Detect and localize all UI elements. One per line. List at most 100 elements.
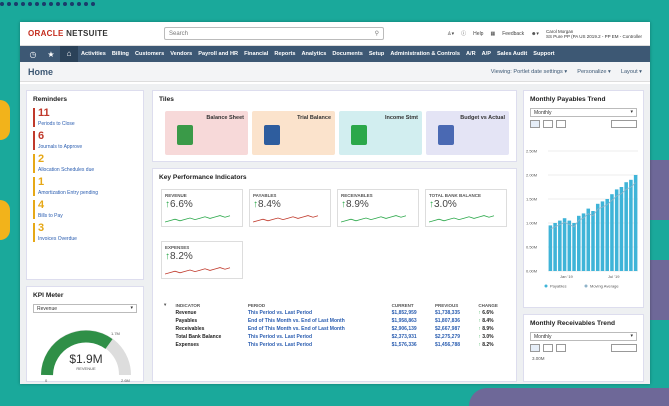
payables-bar[interactable]: [605, 199, 609, 271]
reminder-item[interactable]: 4 Bills to Pay: [33, 200, 137, 219]
payables-bar[interactable]: [567, 220, 572, 271]
people-icon[interactable]: ♙▾: [447, 31, 454, 37]
column-chart-icon[interactable]: [556, 120, 566, 128]
period-cell[interactable]: This Period vs. Last Period: [245, 341, 389, 349]
payables-bar[interactable]: [600, 201, 605, 271]
payables-bar[interactable]: [614, 189, 619, 271]
payables-bar[interactable]: [562, 218, 567, 271]
nav-payroll[interactable]: Payroll and HR: [195, 51, 241, 57]
payables-period-select[interactable]: Monthly: [530, 108, 637, 117]
reminder-label[interactable]: Journals to Approve: [38, 144, 82, 150]
reminder-label[interactable]: Invoices Overdue: [38, 236, 77, 242]
feedback-icon[interactable]: ▦: [490, 31, 495, 37]
payables-bar[interactable]: [553, 223, 557, 271]
recent-icon[interactable]: ◷: [24, 50, 42, 59]
nav-ar[interactable]: A/R: [463, 51, 479, 57]
payables-bar[interactable]: [619, 187, 624, 271]
reminder-label[interactable]: Allocation Schedules due: [38, 167, 94, 173]
tile-budget-vs-actual[interactable]: Budget vs Actual: [426, 111, 509, 155]
reminder-label[interactable]: Bills to Pay: [38, 213, 63, 219]
current-cell[interactable]: $2,906,139: [389, 325, 432, 333]
previous-cell[interactable]: $2,667,987: [432, 325, 475, 333]
nav-support[interactable]: Support: [530, 51, 557, 57]
reminder-item[interactable]: 2 Allocation Schedules due: [33, 154, 137, 173]
reminder-label[interactable]: Periods to Close: [38, 121, 75, 127]
payables-bar[interactable]: [595, 203, 600, 271]
kpi-card[interactable]: TOTAL BANK BALANCE ↑3.0%: [425, 189, 507, 227]
column-header[interactable]: CHANGE: [475, 301, 511, 309]
reminder-item[interactable]: 3 Invoices Overdue: [33, 223, 137, 242]
kpi-card[interactable]: RECEIVABLES ↑8.9%: [337, 189, 419, 227]
legend-entry[interactable]: Payables: [550, 284, 566, 289]
column-chart-icon[interactable]: [556, 344, 566, 352]
range-selector[interactable]: [611, 120, 637, 128]
range-selector[interactable]: [611, 344, 637, 352]
nav-customers[interactable]: Customers: [132, 51, 167, 57]
nav-reports[interactable]: Reports: [271, 51, 298, 57]
kpi-card[interactable]: REVENUE ↑6.6%: [161, 189, 243, 227]
column-header[interactable]: PREVIOUS: [432, 301, 475, 309]
payables-bar[interactable]: [629, 179, 633, 271]
expand-icon[interactable]: ▾: [161, 301, 173, 309]
period-cell[interactable]: End of This Month vs. End of Last Month: [245, 317, 389, 325]
payables-bar[interactable]: [633, 175, 638, 271]
home-icon[interactable]: ⌂: [60, 46, 78, 62]
legend-entry[interactable]: Moving Average: [590, 284, 619, 289]
period-cell[interactable]: This Period vs. Last Period: [245, 333, 389, 341]
nav-billing[interactable]: Billing: [109, 51, 132, 57]
nav-ap[interactable]: A/P: [479, 51, 494, 57]
nav-financial[interactable]: Financial: [241, 51, 271, 57]
payables-bar[interactable]: [591, 211, 595, 271]
column-header[interactable]: PERIOD: [245, 301, 389, 309]
previous-cell[interactable]: $2,275,279: [432, 333, 475, 341]
period-cell[interactable]: This Period vs. Last Period: [245, 309, 389, 317]
previous-cell[interactable]: $1,738,335: [432, 309, 475, 317]
area-chart-icon[interactable]: [530, 120, 540, 128]
payables-bar[interactable]: [581, 213, 586, 271]
help-link[interactable]: Help: [473, 31, 483, 37]
payables-bar[interactable]: [572, 223, 576, 271]
payables-bar[interactable]: [548, 225, 553, 271]
help-icon[interactable]: ⓘ: [461, 30, 466, 37]
reminder-item[interactable]: 1 Amortization Entry pending: [33, 177, 137, 196]
search-input[interactable]: Search ⚲: [164, 27, 384, 40]
layout-dropdown[interactable]: Layout ▾: [621, 69, 642, 75]
nav-admin[interactable]: Administration & Controls: [387, 51, 463, 57]
nav-sales-audit[interactable]: Sales Audit: [494, 51, 530, 57]
feedback-link[interactable]: Feedback: [502, 31, 524, 37]
column-header[interactable]: CURRENT: [389, 301, 432, 309]
current-cell[interactable]: $1,958,863: [389, 317, 432, 325]
nav-setup[interactable]: Setup: [366, 51, 388, 57]
personalize-dropdown[interactable]: Personalize ▾: [577, 69, 611, 75]
kpi-card[interactable]: PAYABLES ↑8.4%: [249, 189, 331, 227]
nav-analytics[interactable]: Analytics: [298, 51, 329, 57]
nav-vendors[interactable]: Vendors: [167, 51, 195, 57]
tile-income-stmt[interactable]: Income Stmt: [339, 111, 422, 155]
current-cell[interactable]: $2,373,931: [389, 333, 432, 341]
previous-cell[interactable]: $1,807,836: [432, 317, 475, 325]
previous-cell[interactable]: $1,456,788: [432, 341, 475, 349]
kpi-meter-select[interactable]: Revenue: [33, 304, 137, 313]
area-chart-icon[interactable]: [530, 344, 540, 352]
nav-activities[interactable]: Activities: [78, 51, 109, 57]
nav-documents[interactable]: Documents: [329, 51, 365, 57]
payables-bar[interactable]: [577, 215, 581, 271]
current-cell[interactable]: $1,852,959: [389, 309, 432, 317]
current-cell[interactable]: $1,576,336: [389, 341, 432, 349]
star-icon[interactable]: ★: [42, 50, 60, 59]
reminder-label[interactable]: Amortization Entry pending: [38, 190, 98, 196]
bar-chart-icon[interactable]: [543, 344, 553, 352]
view-dropdown[interactable]: Viewing: Portlet date settings ▾: [491, 69, 567, 75]
period-cell[interactable]: End of This Month vs. End of Last Month: [245, 325, 389, 333]
bar-chart-icon[interactable]: [543, 120, 553, 128]
reminder-item[interactable]: 11 Periods to Close: [33, 108, 137, 127]
reminder-item[interactable]: 6 Journals to Approve: [33, 131, 137, 150]
column-header[interactable]: INDICATOR: [173, 301, 245, 309]
receivables-period-select[interactable]: Monthly: [530, 332, 637, 341]
kpi-card[interactable]: EXPENSES ↑8.2%: [161, 241, 243, 279]
avatar[interactable]: ☻▾: [531, 31, 539, 37]
payables-bar[interactable]: [558, 220, 562, 271]
tile-balance-sheet[interactable]: Balance Sheet: [165, 111, 248, 155]
payables-bar[interactable]: [624, 182, 628, 271]
logo[interactable]: ORACLE NETSUITE: [28, 29, 148, 38]
